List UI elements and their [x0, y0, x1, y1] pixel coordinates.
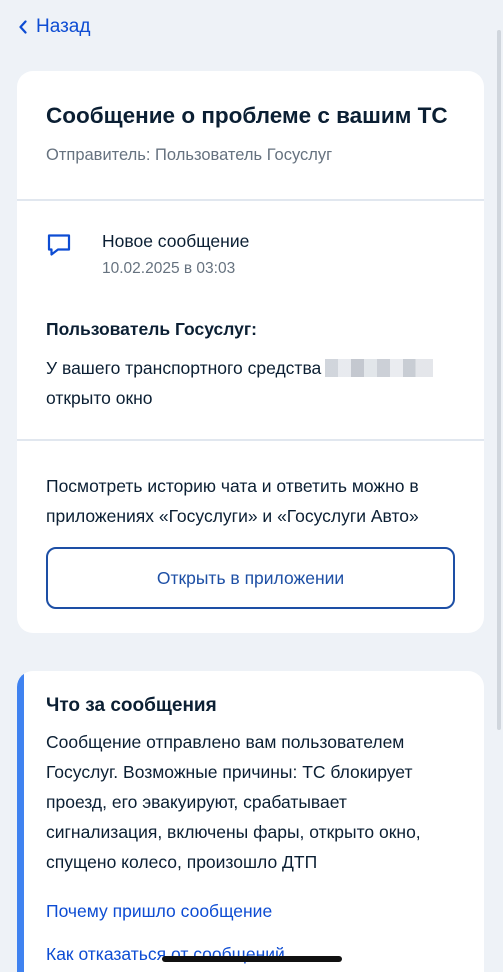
home-indicator[interactable] — [162, 956, 342, 962]
info-accent-bar — [17, 671, 24, 972]
chat-bubble-icon — [47, 234, 71, 256]
info-text: Сообщение отправлено вам пользователем Г… — [46, 732, 421, 872]
info-card: Что за сообщения Сообщение отправлено ва… — [17, 671, 484, 972]
message-header: Сообщение о проблеме с вашим ТС Отправит… — [17, 71, 484, 199]
info-title: Что за сообщения — [46, 695, 217, 716]
why-message-link[interactable]: Почему пришло сообщение — [46, 899, 455, 923]
scrollbar[interactable] — [497, 30, 501, 730]
message-text-start: У вашего транспортного средства — [46, 358, 322, 378]
blurred-plate-number — [325, 359, 434, 377]
info-body: Что за сообщения Сообщение отправлено ва… — [17, 671, 484, 966]
page-title: Сообщение о проблеме с вашим ТС — [46, 103, 448, 128]
chevron-left-icon — [19, 20, 27, 34]
back-label: Назад — [36, 16, 91, 37]
message-author: Пользователь Госуслуг: — [46, 319, 257, 339]
page: Назад Сообщение о проблеме с вашим ТС От… — [0, 0, 503, 972]
message-datetime: 10.02.2025 в 03:03 — [102, 260, 236, 277]
message-meta: Новое сообщение 10.02.2025 в 03:03 — [102, 229, 249, 279]
back-button[interactable]: Назад — [18, 16, 90, 38]
message-section: Новое сообщение 10.02.2025 в 03:03 Польз… — [17, 201, 484, 439]
message-card: Сообщение о проблеме с вашим ТС Отправит… — [17, 71, 484, 633]
open-in-app-section: Посмотреть историю чата и ответить можно… — [17, 441, 484, 609]
app-hint-text: Посмотреть историю чата и ответить можно… — [46, 476, 419, 526]
sender-label: Отправитель: Пользователь Госуслуг — [46, 146, 333, 164]
message-text-end: открыто окно — [46, 388, 153, 408]
open-in-app-button[interactable]: Открыть в приложении — [46, 547, 455, 609]
unsubscribe-link[interactable]: Как отказаться от сообщений — [46, 942, 455, 966]
message-status: Новое сообщение — [102, 231, 250, 251]
message-status-row: Новое сообщение 10.02.2025 в 03:03 — [46, 229, 455, 279]
message-text: У вашего транспортного средства открыто … — [46, 353, 455, 413]
